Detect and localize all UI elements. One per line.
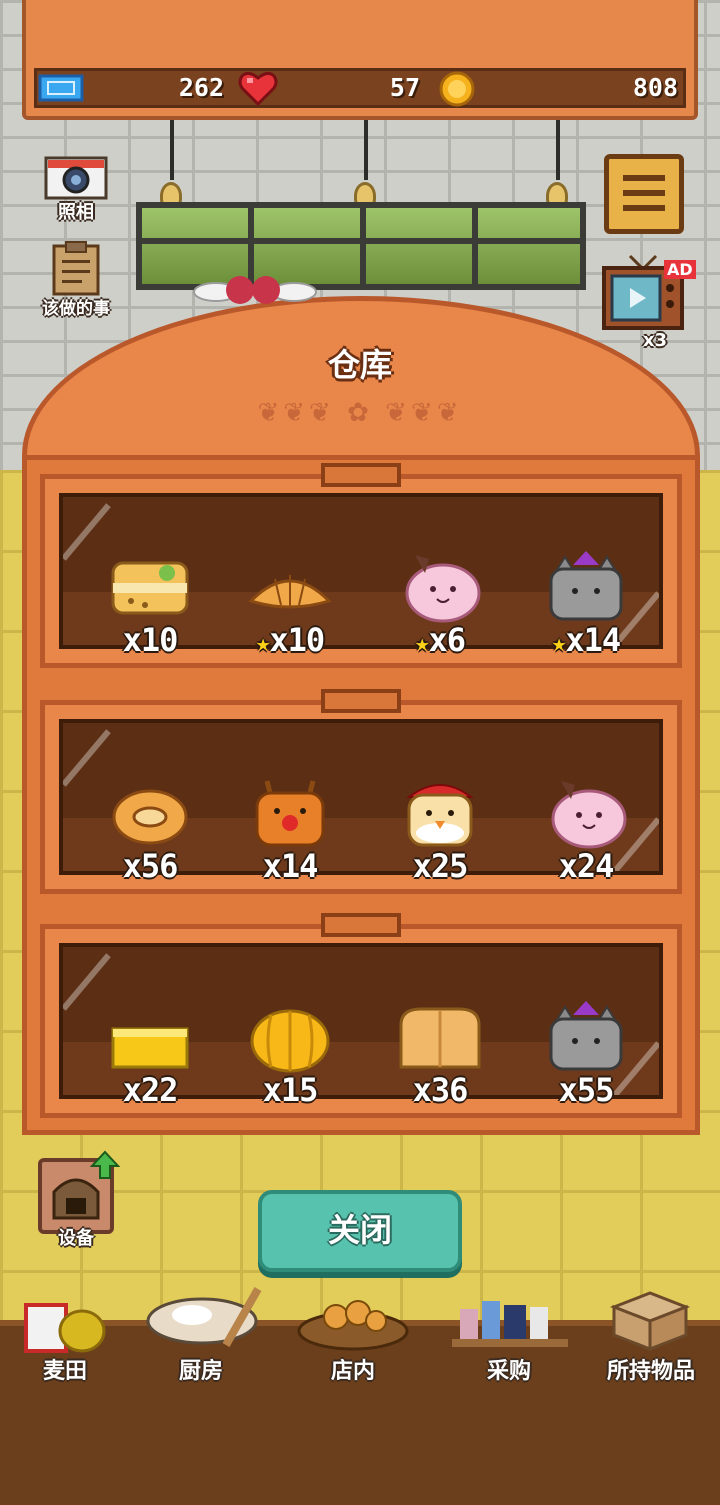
item-count: x25: [412, 847, 469, 885]
lamp-cord: [556, 120, 560, 180]
close-button[interactable]: 关闭: [258, 1190, 462, 1272]
shelf-item[interactable]: ★x14: [521, 541, 651, 661]
clipboard-icon: [52, 241, 100, 296]
drawer-handle: [321, 463, 401, 487]
shelf-item[interactable]: ★x6: [375, 541, 505, 661]
santa-bread-icon: [406, 784, 474, 847]
coin-icon: [439, 71, 475, 107]
inventory-box-icon: [609, 1291, 691, 1351]
shelf-item[interactable]: x14: [225, 767, 355, 887]
warehouse-title: 仓库: [327, 346, 392, 384]
drawer-handle: [321, 913, 401, 937]
upgrade-arrow-icon: [90, 1150, 120, 1179]
cat-bun-icon: [549, 551, 623, 621]
nav-wheat-field[interactable]: 麦田: [0, 1285, 130, 1385]
tv-reward-label: x3: [642, 330, 668, 351]
shelf-item[interactable]: x24: [521, 767, 651, 887]
nav-label: 店内: [330, 1359, 375, 1384]
cat-bun-icon: [549, 1001, 623, 1071]
item-count: ★x10: [255, 621, 325, 659]
nav-label: 采购: [486, 1359, 531, 1384]
lamp-cord: [364, 120, 368, 180]
heart-icon: [238, 71, 278, 106]
nav-label: 厨房: [178, 1359, 223, 1384]
star-icon: ★: [255, 629, 270, 657]
shelf-item[interactable]: x15: [225, 991, 355, 1111]
item-count: x14: [262, 847, 319, 885]
item-count: ★x14: [551, 621, 621, 659]
reindeer-bread-icon: [255, 780, 325, 847]
nav-kitchen[interactable]: 厨房: [136, 1285, 266, 1385]
drawer-handle: [321, 689, 401, 713]
shelf-item[interactable]: x56: [85, 767, 215, 887]
equipment-label: 设备: [58, 1228, 94, 1249]
item-count: x24: [558, 847, 615, 885]
shelf-1: x10 ★x10 ★x6 ★x14: [40, 463, 682, 668]
item-count: x55: [558, 1071, 615, 1109]
sponge-cake-icon: [111, 1027, 189, 1069]
todo-button[interactable]: 该做的事: [30, 240, 122, 320]
equipment-button[interactable]: 设备: [36, 1150, 120, 1256]
tv-ad-button[interactable]: AD x3: [600, 254, 700, 352]
shelf-item[interactable]: ★x10: [225, 541, 355, 661]
item-count: x15: [262, 1071, 319, 1109]
shelf-2: x56 x14 x25 x24: [40, 689, 682, 894]
camera-label: 照相: [58, 202, 94, 223]
nav-inventory[interactable]: 所持物品: [586, 1285, 716, 1385]
item-count: x22: [122, 1071, 179, 1109]
hamburger-menu-icon: [623, 175, 665, 211]
camera-icon: [44, 156, 108, 200]
hearts-value: 57: [389, 73, 420, 102]
menu-button[interactable]: [604, 154, 684, 234]
shelf-item[interactable]: x22: [85, 991, 215, 1111]
ad-badge: AD: [664, 260, 696, 279]
shelf-3: x22 x15 x36 x55: [40, 913, 682, 1118]
croissant-icon: [248, 575, 332, 609]
sandwich-icon: [111, 561, 189, 615]
pink-bun-icon: [551, 781, 627, 849]
coins-value: 808: [632, 73, 678, 102]
ticket-icon: [38, 74, 84, 102]
shelf-item[interactable]: x25: [375, 767, 505, 887]
purchase-icon: [452, 1301, 568, 1347]
item-count: x56: [122, 847, 179, 885]
camera-button[interactable]: 照相: [42, 152, 110, 226]
lamp-cord: [170, 120, 174, 180]
item-count: x10: [122, 621, 179, 659]
star-icon: ★: [551, 629, 566, 657]
tickets-value: 262: [178, 73, 224, 102]
donut-icon: [112, 789, 188, 845]
store-icon: [297, 1300, 409, 1351]
item-count: ★x6: [415, 621, 466, 659]
nav-label: 麦田: [42, 1359, 87, 1384]
wheat-field-icon: [24, 1303, 106, 1353]
nav-label: 所持物品: [606, 1359, 695, 1384]
loaf-icon: [399, 1007, 481, 1069]
laurel-decoration-icon: ❦❦❦ ✿ ❦❦❦: [257, 398, 463, 428]
pink-bun-icon: [405, 555, 481, 623]
winged-heart-icon: [193, 276, 317, 304]
shelf-item[interactable]: x55: [521, 991, 651, 1111]
nav-purchase[interactable]: 采购: [444, 1285, 574, 1385]
shelf-item[interactable]: x36: [375, 991, 505, 1111]
star-icon: ★: [415, 629, 429, 657]
kitchen-icon: [146, 1287, 262, 1347]
item-count: x36: [412, 1071, 469, 1109]
nav-store[interactable]: 店内: [288, 1285, 418, 1385]
todo-label: 该做的事: [42, 299, 110, 319]
shelf-item[interactable]: x10: [85, 541, 215, 661]
pumpkin-bread-icon: [250, 1009, 330, 1073]
